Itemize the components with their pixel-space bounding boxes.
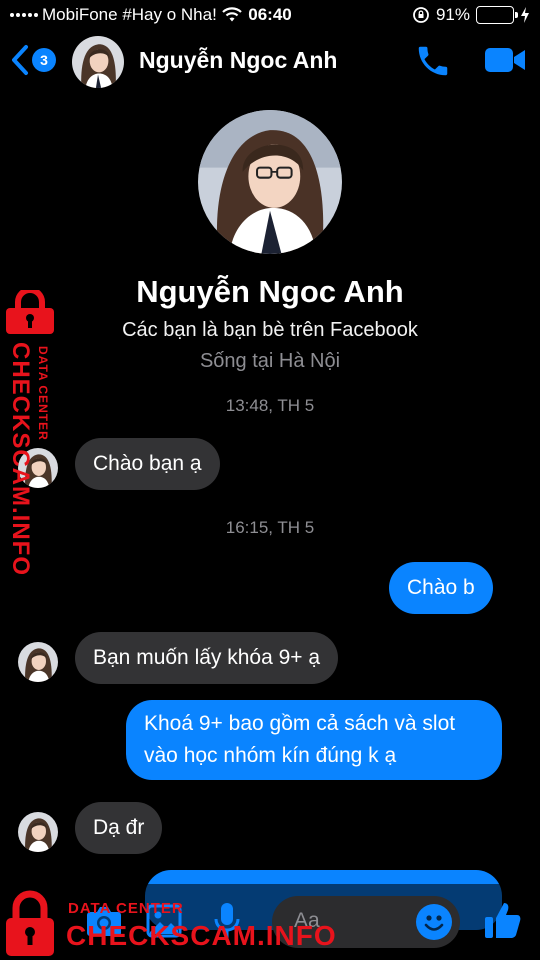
watermark-site-text: CHECKSCAM.INFO xyxy=(7,342,34,576)
back-button[interactable]: 3 xyxy=(10,44,56,76)
chat-header: 3 Nguyễn Ngoc Anh xyxy=(0,32,540,92)
charging-icon xyxy=(521,7,529,23)
battery-icon xyxy=(476,6,518,24)
outgoing-message[interactable]: Khoá 9+ bao gồm cả sách và slot vào học … xyxy=(126,700,502,780)
message-timestamp: 16:15, TH 5 xyxy=(225,518,315,537)
contact-avatar[interactable] xyxy=(72,36,124,88)
phone-icon xyxy=(418,46,448,76)
watermark-bottom: DATA CENTER CHECKSCAM.INFO xyxy=(4,888,336,960)
watermark-side: CHECKSCAM.INFO DATA CENTER xyxy=(2,290,62,576)
profile-photo[interactable] xyxy=(198,110,342,254)
profile-name: Nguyễn Ngoc Anh xyxy=(136,274,404,309)
profile-image xyxy=(198,110,342,254)
chevron-left-icon xyxy=(12,45,28,75)
watermark-site-text: CHECKSCAM.INFO xyxy=(66,920,337,951)
video-camera-icon xyxy=(485,48,525,72)
smiley-icon xyxy=(424,915,444,931)
emoji-button[interactable] xyxy=(416,904,452,940)
avatar-image xyxy=(18,642,58,682)
incoming-message[interactable]: Dạ đr xyxy=(75,802,163,854)
thumbs-up-icon xyxy=(485,903,521,938)
voice-call-button[interactable] xyxy=(414,42,452,85)
battery-percent: 91% xyxy=(435,5,470,24)
message-timestamp: 13:48, TH 5 xyxy=(225,396,315,415)
outgoing-message[interactable]: Chào b xyxy=(389,562,493,614)
video-call-button[interactable] xyxy=(484,45,526,80)
status-bar: MobiFone #Hay o Nha! 06:40 91% xyxy=(0,0,540,32)
like-button[interactable] xyxy=(484,900,522,945)
lock-icon xyxy=(6,890,54,956)
watermark-tagline: DATA CENTER xyxy=(36,346,50,441)
incoming-message[interactable]: Bạn muốn lấy khóa 9+ ạ xyxy=(75,632,339,684)
status-right: 91% xyxy=(412,5,530,25)
sender-avatar[interactable] xyxy=(18,642,58,682)
sender-avatar[interactable] xyxy=(18,812,58,852)
friend-status: Các bạn là bạn bè trên Facebook xyxy=(122,319,418,341)
lock-icon xyxy=(6,290,54,334)
profile-location: Sống tại Hà Nội xyxy=(199,350,341,372)
avatar-image xyxy=(72,36,124,88)
watermark-tagline: DATA CENTER xyxy=(68,900,184,917)
unread-count-badge: 3 xyxy=(32,48,56,72)
incoming-message[interactable]: Chào bạn ạ xyxy=(75,438,220,490)
avatar-image xyxy=(18,812,58,852)
rotation-lock-icon xyxy=(413,7,429,23)
contact-name[interactable]: Nguyễn Ngoc Anh xyxy=(139,47,337,74)
